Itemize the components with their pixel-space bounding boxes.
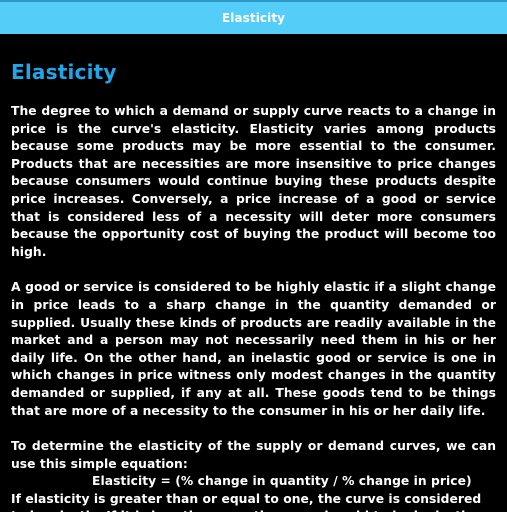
paragraph-equation-interpretation: If elasticity is greater than or equal t… — [11, 491, 482, 512]
article-content: Elasticity The degree to which a demand … — [0, 34, 507, 512]
paragraph-elasticity-definition: The degree to which a demand or supply c… — [11, 104, 496, 259]
page-title: Elasticity — [11, 60, 117, 84]
elasticity-equation: Elasticity = (% change in quantity / % c… — [92, 474, 472, 489]
paragraph-equation-intro: To determine the elasticity of the suppl… — [11, 439, 496, 471]
app-window: Elasticity Elasticity The degree to whic… — [0, 0, 507, 512]
window-title: Elasticity — [221, 11, 286, 25]
paragraph-elastic-vs-inelastic: A good or service is considered to be hi… — [11, 280, 496, 418]
title-bar: Elasticity — [0, 0, 507, 34]
